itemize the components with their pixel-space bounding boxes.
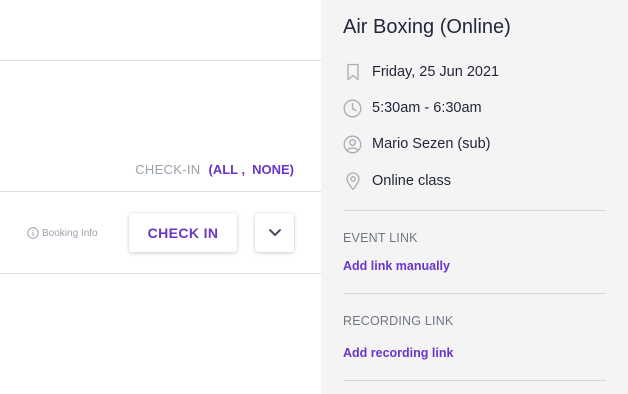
recording-link-heading: RECORDING LINK xyxy=(343,314,454,328)
check-in-button[interactable]: CHECK IN xyxy=(129,213,237,252)
checkin-all-link[interactable]: ALL , xyxy=(213,162,245,177)
attendee-row: Booking Info CHECK IN xyxy=(0,213,321,252)
info-icon xyxy=(27,227,39,239)
event-details-panel: Air Boxing (Online) Friday, 25 Jun 2021 … xyxy=(321,0,628,394)
details-divider xyxy=(343,210,606,211)
clock-icon xyxy=(343,99,362,118)
event-instructor-row: Mario Sezen (sub) xyxy=(343,133,490,155)
close-paren: ) xyxy=(289,161,294,177)
add-link-manually-link[interactable]: Add link manually xyxy=(343,259,450,273)
chevron-down-icon xyxy=(268,224,282,242)
checkin-options-dropdown-button[interactable] xyxy=(255,213,294,252)
booking-info-label: Booking Info xyxy=(42,227,98,239)
user-icon xyxy=(343,135,362,154)
event-date: Friday, 25 Jun 2021 xyxy=(372,64,500,80)
event-location-row: Online class xyxy=(343,170,451,192)
event-date-row: Friday, 25 Jun 2021 xyxy=(343,61,499,83)
event-title: Air Boxing (Online) xyxy=(343,16,511,38)
event-instructor: Mario Sezen (sub) xyxy=(372,136,491,152)
checkin-label: CHECK-IN xyxy=(135,161,201,177)
add-recording-link[interactable]: Add recording link xyxy=(343,346,453,360)
event-link-divider xyxy=(343,293,606,294)
attendee-row-bottom-border xyxy=(0,273,321,274)
event-time: 5:30am - 6:30am xyxy=(372,100,482,116)
booking-info-link[interactable]: Booking Info xyxy=(27,226,98,240)
checkin-bulk-controls: CHECK-IN ( ALL , NONE ) xyxy=(0,158,321,180)
recording-link-divider xyxy=(343,380,606,381)
event-location: Online class xyxy=(372,173,451,189)
section-divider xyxy=(0,60,321,61)
attendee-pane: CHECK-IN ( ALL , NONE ) Booking Info CHE… xyxy=(0,0,321,394)
app-root: CHECK-IN ( ALL , NONE ) Booking Info CHE… xyxy=(0,0,628,394)
bookmark-icon xyxy=(343,63,362,82)
location-pin-icon xyxy=(343,171,362,191)
attendee-row-top-border xyxy=(0,191,321,192)
checkin-none-link[interactable]: NONE xyxy=(252,162,290,177)
event-link-heading: EVENT LINK xyxy=(343,231,418,245)
event-time-row: 5:30am - 6:30am xyxy=(343,97,482,119)
